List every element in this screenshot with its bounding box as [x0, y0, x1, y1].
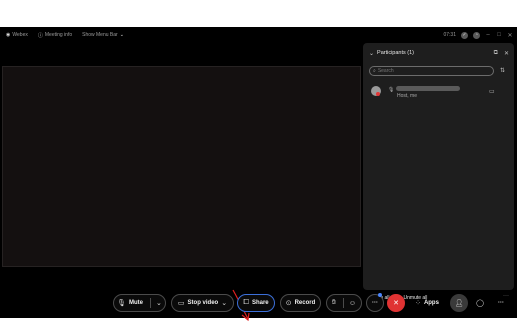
meeting-info-button[interactable]: ⓘ Meeting info [38, 32, 72, 39]
title-bar-right: 07:31 ✓ ◔ – □ ✕ [443, 27, 513, 43]
end-call-icon: ✕ [393, 300, 399, 307]
participant-search[interactable]: ⌕ [369, 66, 494, 76]
stop-video-button[interactable]: ▭ Stop video ⌄ [171, 294, 234, 312]
meeting-window: ◉ Webex ⓘ Meeting info Show Menu Bar ⌄ 0… [0, 27, 517, 322]
apps-button[interactable]: ⁘ Apps [411, 294, 443, 312]
share-icon: ⧠ [243, 299, 249, 306]
status-icon[interactable]: ✓ [461, 31, 468, 39]
title-bar: ◉ Webex ⓘ Meeting info Show Menu Bar ⌄ 0… [0, 27, 517, 43]
chat-icon: ◯ [476, 300, 484, 307]
search-input[interactable] [375, 68, 478, 74]
info-icon: ⓘ [37, 32, 43, 39]
stop-video-label: Stop video [187, 300, 219, 306]
mute-button[interactable]: 🎙︎ Mute ⌄ [113, 294, 166, 312]
show-menu-bar-button[interactable]: Show Menu Bar ⌄ [82, 32, 124, 38]
record-button[interactable]: ⊙ Record [280, 294, 321, 312]
video-icon: ▭ [177, 300, 185, 307]
minimize-icon[interactable]: – [485, 32, 491, 38]
participants-icon: 👤︎ [454, 300, 464, 307]
show-menu-bar-label: Show Menu Bar [82, 32, 118, 38]
app-name: Webex [12, 32, 28, 38]
webex-menu[interactable]: ◉ Webex [6, 32, 28, 38]
share-button[interactable]: ⧠ Share [237, 294, 275, 312]
muted-badge [376, 92, 380, 96]
record-icon: ⊙ [285, 300, 292, 307]
sort-icon[interactable]: ⇅ [500, 67, 505, 74]
end-call-button[interactable]: ✕ [387, 294, 405, 312]
chat-button[interactable]: ◯ [471, 294, 489, 312]
divider [342, 298, 344, 308]
participant-name-redacted [396, 86, 460, 91]
mic-icon: 🎙︎ [388, 87, 395, 93]
participants-title: Participants (1) [377, 50, 415, 56]
participants-header: ⌄ Participants (1) ⧉ ✕ [369, 48, 509, 58]
reactions-icon: ☺ [348, 299, 357, 307]
overflow-button[interactable]: ··· [492, 294, 510, 312]
more-options-button[interactable]: ··· [366, 294, 384, 312]
reactions-button[interactable]: ✋︎ ☺ [326, 294, 362, 312]
share-label: Share [251, 300, 269, 306]
clock: 07:31 [443, 32, 456, 38]
chevron-down-icon[interactable]: ⌄ [221, 299, 227, 307]
notification-dot [378, 293, 382, 297]
collapse-chevron-icon[interactable]: ⌄ [369, 50, 374, 57]
apps-label: Apps [423, 300, 439, 306]
close-icon[interactable]: ✕ [504, 50, 509, 57]
webex-icon: ◉ [6, 32, 11, 38]
participants-button[interactable]: 👤︎ [450, 294, 468, 312]
mute-label: Mute [129, 300, 143, 306]
close-window-icon[interactable]: ✕ [507, 32, 513, 39]
network-icon[interactable]: ◔ [473, 31, 480, 39]
overflow-label: ··· [498, 300, 504, 306]
popout-icon[interactable]: ⧉ [494, 50, 498, 57]
record-label: Record [294, 300, 316, 306]
more-label: ··· [372, 300, 378, 306]
participants-panel: ⌄ Participants (1) ⧉ ✕ ⌕ ⇅ 🎙︎ Host, me ▭… [363, 43, 514, 301]
meeting-info-label: Meeting info [44, 32, 73, 38]
video-stage [2, 66, 361, 267]
camera-icon: ▭ [489, 89, 495, 95]
maximize-icon[interactable]: □ [496, 32, 502, 38]
chevron-down-icon: ⌄ [119, 32, 124, 38]
participant-role: Host, me [397, 93, 418, 99]
hand-icon: ✋︎ [331, 299, 336, 306]
meeting-controls: 🎙︎ Mute ⌄ ▭ Stop video ⌄ ⧠ Share ⊙ Recor… [0, 294, 517, 314]
participant-row[interactable]: 🎙︎ Host, me ▭ [369, 83, 509, 101]
apps-icon: ⁘ [415, 300, 421, 307]
chevron-down-icon[interactable]: ⌄ [156, 299, 162, 307]
divider [150, 298, 151, 308]
mic-icon: 🎙︎ [117, 300, 126, 307]
